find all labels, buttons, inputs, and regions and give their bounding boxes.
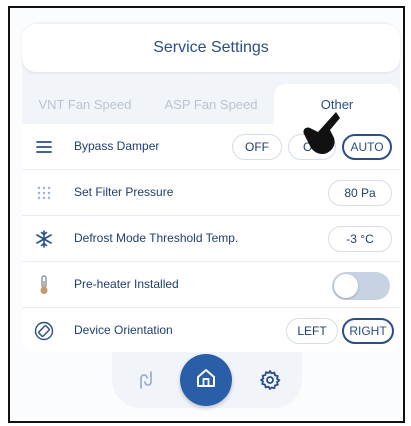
orientation-right-button[interactable]: RIGHT bbox=[342, 318, 394, 344]
bypass-off-button[interactable]: OFF bbox=[232, 134, 282, 160]
tab-vnt-fan-speed[interactable]: VNT Fan Speed bbox=[22, 84, 148, 124]
tab-bar: VNT Fan Speed ASP Fan Speed Other bbox=[22, 84, 400, 124]
row-defrost-threshold: Defrost Mode Threshold Temp. -3 °C bbox=[22, 216, 400, 262]
home-icon bbox=[195, 367, 217, 394]
page-title: Service Settings bbox=[153, 39, 269, 56]
toggle-knob bbox=[334, 274, 358, 298]
title-card: Service Settings bbox=[22, 24, 400, 72]
airflow-icon[interactable] bbox=[132, 366, 160, 394]
home-button[interactable] bbox=[180, 354, 232, 406]
settings-list: Bypass Damper OFF ON AUTO Set Filter Pre… bbox=[22, 124, 400, 352]
rotate-device-icon bbox=[32, 319, 56, 343]
gear-icon[interactable] bbox=[256, 366, 284, 394]
bypass-auto-button[interactable]: AUTO bbox=[342, 134, 392, 160]
tab-asp-fan-speed[interactable]: ASP Fan Speed bbox=[148, 84, 274, 124]
pre-heater-label: Pre-heater Installed bbox=[74, 277, 179, 291]
grid-dots-icon bbox=[32, 181, 56, 205]
thermometer-icon bbox=[32, 273, 56, 297]
defrost-threshold-label: Defrost Mode Threshold Temp. bbox=[74, 231, 239, 245]
row-set-filter-pressure: Set Filter Pressure 80 Pa bbox=[22, 170, 400, 216]
filter-pressure-value[interactable]: 80 Pa bbox=[328, 180, 392, 206]
pre-heater-toggle[interactable] bbox=[332, 272, 390, 300]
set-filter-pressure-label: Set Filter Pressure bbox=[74, 185, 174, 199]
device-orientation-label: Device Orientation bbox=[74, 323, 173, 337]
snowflake-icon bbox=[32, 227, 56, 251]
defrost-threshold-value[interactable]: -3 °C bbox=[328, 226, 392, 252]
pointing-hand-icon bbox=[296, 110, 342, 158]
menu-lines-icon bbox=[32, 135, 56, 159]
row-bypass-damper: Bypass Damper OFF ON AUTO bbox=[22, 124, 400, 170]
row-pre-heater: Pre-heater Installed bbox=[22, 262, 400, 308]
bypass-damper-label: Bypass Damper bbox=[74, 139, 160, 153]
orientation-left-button[interactable]: LEFT bbox=[286, 318, 338, 344]
row-device-orientation: Device Orientation LEFT RIGHT bbox=[22, 308, 400, 354]
bottom-nav bbox=[112, 352, 302, 408]
